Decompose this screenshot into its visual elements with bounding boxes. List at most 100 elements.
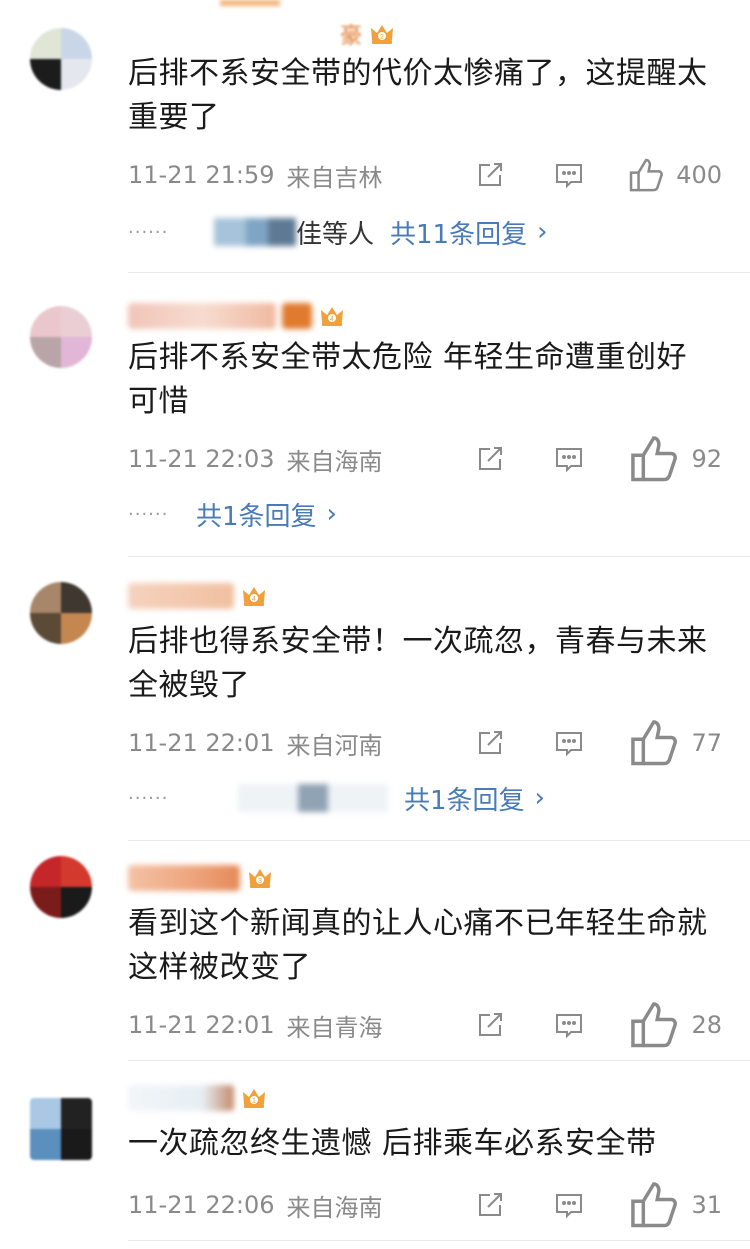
share-icon[interactable] [474,1189,506,1221]
comment-item: 1 一次疏忽终生遗憾 后排乘车必系安全带 11-21 22:06 来自海南 31 [0,1062,750,1249]
avatar[interactable] [30,856,92,918]
share-icon[interactable] [474,1009,506,1041]
svg-text:4: 4 [252,596,256,603]
username-blurred[interactable] [128,583,234,609]
comment-item: 4 后排也得系安全带！一次疏忽，青春与未来全被毁了 11-21 22:01 来自… [0,558,750,840]
view-replies-link[interactable]: 共1条回复 › [404,780,545,817]
comment-location: 来自青海 [286,1013,383,1042]
comment-item: 3 看到这个新闻真的让人心痛不已年轻生命就这样被改变了 11-21 22:01 … [0,842,750,1060]
comment-time: 11-21 22:06 [128,1191,275,1219]
divider [128,556,750,557]
comment-location: 来自海南 [286,1193,383,1222]
comment-time: 11-21 22:03 [128,445,275,473]
username-blurred[interactable] [128,865,240,891]
avatar[interactable] [30,306,92,368]
username-row[interactable]: 4 铁粉2 [128,298,401,334]
username-row[interactable]: 3 [128,860,274,896]
comment-text: 后排不系安全带太危险 年轻生命遭重创好可惜 [128,340,688,419]
avatar[interactable] [30,1098,92,1160]
svg-text:4: 4 [330,316,334,323]
comment-text: 后排也得系安全带！一次疏忽，青春与未来全被毁了 [128,624,708,703]
comment-meta: 11-21 21:59 来自吉林 400 [128,158,722,192]
like-count: 400 [676,161,722,189]
like-button[interactable]: 77 [626,715,722,770]
comment-actions: 400 [474,158,722,192]
comment-time: 11-21 21:59 [128,161,275,189]
like-button[interactable]: 92 [626,431,722,486]
comment-text: 一次疏忽终生遗憾 后排乘车必系安全带 [128,1126,657,1161]
comment-meta: 11-21 22:06 来自海南 31 [128,1182,722,1228]
like-button[interactable]: 31 [626,1177,722,1232]
view-replies-label[interactable]: 共1条回复 [196,496,317,533]
thumbs-up-icon [631,1002,677,1048]
avatar[interactable] [30,28,92,90]
comment-time: 11-21 22:01 [128,729,275,757]
reply-summary: ······ 共1条回复 › [128,778,722,818]
crown-icon: 3 [246,864,274,892]
comment-actions: 28 [474,1002,722,1048]
comment-icon[interactable] [552,443,586,475]
comment-location: 来自吉林 [286,163,383,192]
username-fragment[interactable]: 豪 [340,18,362,50]
comment-actions: 77 [474,720,722,766]
comment-text: 后排不系安全带的代价太惨痛了，这提醒太重要了 [128,56,708,135]
comment-item: 4 铁粉2 后排不系安全带太危险 年轻生命遭重创好可惜 11-21 22:03 … [0,274,750,556]
divider [128,840,750,841]
comment-icon[interactable] [552,727,586,759]
divider [128,1060,750,1061]
username-row[interactable]: 豪 2 铁粉1 [340,16,451,52]
username-row[interactable]: 4 [128,578,268,614]
fan-badge: 铁粉2 [342,305,401,327]
like-count: 77 [691,729,722,757]
crown-icon: 2 [368,20,396,48]
divider [128,1240,750,1241]
like-button[interactable]: 400 [626,155,722,195]
view-replies-link[interactable]: 共1条回复 › [196,496,337,533]
comment-location: 来自海南 [286,447,383,476]
reply-summary: ······ 共1条回复 › [128,494,722,534]
view-replies-link[interactable]: 共11条回复 › [390,214,548,251]
username-blurred-tail [282,303,312,329]
comment-meta: 11-21 22:01 来自青海 28 [128,1002,722,1048]
crown-icon: 4 [318,302,346,330]
view-replies-label[interactable]: 共1条回复 [404,780,525,817]
crown-icon: 4 [240,582,268,610]
reply-summary: ······ 佳等人 共11条回复 › [128,212,722,252]
username-blurred[interactable] [128,1085,234,1111]
comment-text: 看到这个新闻真的让人心痛不已年轻生命就这样被改变了 [128,906,708,985]
like-button[interactable]: 28 [626,997,722,1052]
share-icon[interactable] [474,727,506,759]
comment-icon[interactable] [552,1009,586,1041]
share-icon[interactable] [474,159,506,191]
crown-icon: 1 [240,1084,268,1112]
reply-suffix: 佳等人 [296,219,375,250]
fan-badge: 铁粉1 [392,23,451,45]
chevron-right-icon: › [537,217,548,247]
chevron-right-icon: › [534,783,545,813]
avatar[interactable] [30,582,92,644]
reply-dots: ······ [128,503,169,525]
reply-usernames [238,784,388,812]
comment-location: 来自河南 [286,731,383,760]
like-count: 92 [691,445,722,473]
comment-meta: 11-21 22:03 来自海南 92 [128,436,722,482]
like-count: 28 [691,1011,722,1039]
svg-text:2: 2 [380,34,384,41]
thumbs-up-icon [631,436,677,482]
thumbs-up-icon [631,720,677,766]
like-count: 31 [691,1191,722,1219]
share-icon[interactable] [474,443,506,475]
username-blurred[interactable] [128,303,276,329]
comment-icon[interactable] [552,1189,586,1221]
svg-text:1: 1 [252,1098,256,1105]
view-replies-label[interactable]: 共11条回复 [390,214,527,251]
comment-item: 豪 2 铁粉1 后排不系安全带的代价太惨痛了，这提醒太重要了 11-21 21:… [0,0,750,272]
comment-icon[interactable] [552,159,586,191]
thumbs-up-icon [629,158,663,192]
comment-actions: 92 [474,436,722,482]
reply-usernames [214,218,296,246]
thumbs-up-icon [631,1182,677,1228]
username-row[interactable]: 1 [128,1080,268,1116]
comment-meta: 11-21 22:01 来自河南 77 [128,720,722,766]
comment-time: 11-21 22:01 [128,1011,275,1039]
